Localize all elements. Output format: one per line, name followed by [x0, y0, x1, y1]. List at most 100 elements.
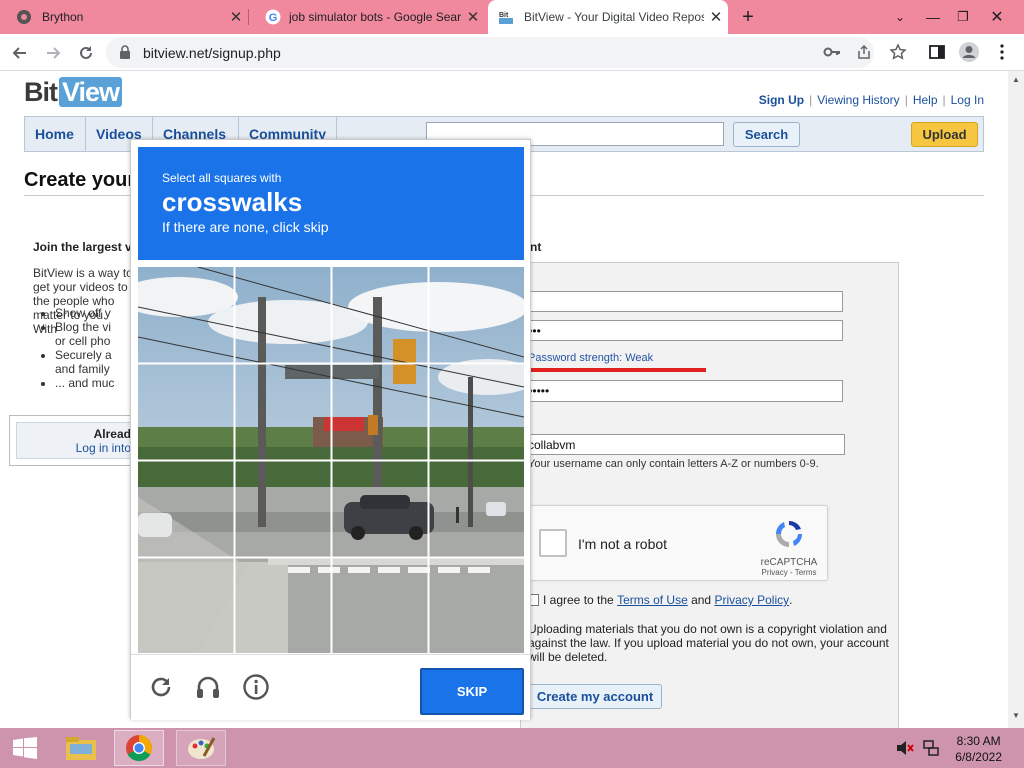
email-field[interactable]	[520, 291, 843, 312]
side-panel-icon[interactable]	[925, 40, 949, 64]
tab-title: BitView - Your Digital Video Repository	[524, 10, 704, 24]
viewing-history-link[interactable]: Viewing History	[817, 93, 899, 107]
system-clock[interactable]: 8:30 AM 6/8/2022	[955, 733, 1002, 765]
username-field[interactable]: collabvm	[524, 434, 845, 455]
windows-taskbar: 8:30 AM 6/8/2022	[0, 728, 1024, 768]
browser-menu-icon[interactable]	[990, 40, 1014, 64]
bookmark-star-icon[interactable]	[886, 40, 910, 64]
recaptcha-checkbox[interactable]	[539, 529, 567, 557]
recaptcha-logo-icon	[773, 521, 805, 554]
windows-start-icon[interactable]	[0, 730, 50, 766]
tab-search-chevron-icon[interactable]: ⌄	[888, 0, 912, 34]
list-item: Blog the vi	[55, 320, 114, 334]
bitview-logo[interactable]: Bit View	[24, 77, 123, 108]
new-tab-button[interactable]: +	[735, 0, 761, 34]
close-tab-icon[interactable]: ✕	[461, 8, 485, 26]
page-scrollbar[interactable]: ▲ ▼	[1008, 71, 1024, 729]
login-box: Alread Log in into	[9, 415, 139, 466]
list-item: Securely a	[55, 348, 114, 362]
recaptcha-branding: reCAPTCHA Privacy - Terms	[759, 518, 819, 577]
skip-button[interactable]: SKIP	[420, 668, 524, 715]
brython-favicon-icon	[16, 9, 32, 25]
list-item: and family	[55, 362, 110, 376]
captcha-hint: If there are none, click skip	[162, 219, 329, 235]
top-links: Sign Up | Viewing History | Help | Log In	[758, 93, 984, 107]
password-strength-text: Password strength: Weak	[528, 352, 654, 364]
restore-window-icon[interactable]: ❐	[950, 0, 976, 34]
recaptcha-terms-text[interactable]: Privacy - Terms	[759, 568, 819, 577]
close-tab-icon[interactable]: ✕	[704, 8, 728, 26]
list-item: ... and muc	[55, 376, 114, 390]
captcha-challenge-popup: Select all squares with crosswalks If th…	[130, 139, 531, 720]
scroll-up-arrow-icon[interactable]: ▲	[1012, 75, 1020, 84]
volume-muted-icon[interactable]	[896, 740, 914, 761]
key-icon[interactable]	[823, 44, 841, 65]
address-bar[interactable]: bitview.net/signup.php	[106, 37, 874, 68]
reload-page-icon[interactable]	[73, 40, 99, 66]
login-link[interactable]: Log In	[951, 93, 984, 107]
agree-prefix: I agree to the	[543, 593, 618, 607]
nav-tab-home[interactable]: Home	[25, 117, 86, 151]
tab-title: Brython	[42, 10, 84, 24]
account-heading: nt	[530, 240, 542, 254]
web-page: Bit View Sign Up | Viewing History | Help | Log…	[0, 71, 1024, 729]
tab-brython[interactable]: Brython ✕	[0, 0, 248, 34]
headphones-icon[interactable]	[194, 673, 222, 701]
bitview-favicon-icon: Bit	[498, 9, 514, 25]
minimize-window-icon[interactable]: —	[920, 0, 946, 34]
copyright-warning: Uploading materials that you do not own …	[528, 622, 889, 664]
clock-date: 6/8/2022	[955, 750, 1002, 764]
login-instead-link[interactable]: Log in into	[17, 441, 131, 455]
captcha-header: Select all squares with crosswalks If th…	[138, 147, 524, 260]
url-text: bitview.net/signup.php	[143, 45, 281, 61]
list-item: Show off y	[55, 306, 114, 320]
tab-google-search[interactable]: G job simulator bots - Google Search ✕	[249, 0, 485, 34]
reload-icon[interactable]	[147, 673, 175, 701]
browser-tab-strip: Brython ✕ G job simulator bots - Google …	[0, 0, 1024, 34]
file-explorer-icon[interactable]	[56, 730, 106, 766]
terms-agreement: I agree to the Terms of Use and Privacy …	[527, 593, 792, 607]
share-icon[interactable]	[856, 44, 872, 65]
recaptcha-label: I'm not a robot	[578, 536, 668, 552]
password-strength-bar	[526, 368, 706, 372]
paint-taskbar-icon[interactable]	[176, 730, 226, 766]
close-tab-icon[interactable]: ✕	[224, 8, 248, 26]
privacy-policy-link[interactable]: Privacy Policy	[714, 593, 789, 607]
info-icon[interactable]	[242, 673, 270, 701]
logo-view-text: View	[59, 77, 123, 107]
recaptcha-widget: I'm not a robot reCAPTCHA Privacy - Term…	[525, 505, 828, 581]
upload-button[interactable]: Upload	[911, 122, 978, 147]
confirm-password-field[interactable]: ••••••	[520, 380, 843, 402]
terms-of-use-link[interactable]: Terms of Use	[617, 593, 688, 607]
network-icon[interactable]	[922, 739, 940, 762]
grid-lines	[138, 267, 524, 653]
profile-avatar-icon[interactable]	[957, 40, 981, 64]
already-member-text: Alread	[93, 427, 131, 441]
tab-title: job simulator bots - Google Search	[289, 10, 461, 24]
scroll-down-arrow-icon[interactable]: ▼	[1012, 711, 1020, 720]
forward-arrow-icon[interactable]	[40, 40, 66, 66]
logo-bit-text: Bit	[24, 77, 58, 107]
captcha-footer: SKIP	[131, 654, 530, 720]
recaptcha-brand-text: reCAPTCHA	[760, 557, 818, 568]
svg-text:Bit: Bit	[499, 12, 509, 19]
captcha-image-grid	[138, 267, 524, 653]
lock-icon[interactable]	[119, 45, 131, 64]
username-hint: Your username can only contain letters A…	[528, 458, 819, 470]
chrome-taskbar-icon[interactable]	[114, 730, 164, 766]
signup-link[interactable]: Sign Up	[759, 93, 804, 107]
clock-time: 8:30 AM	[956, 734, 1001, 748]
help-link[interactable]: Help	[913, 93, 938, 107]
svg-text:G: G	[269, 12, 278, 24]
tab-bitview[interactable]: Bit BitView - Your Digital Video Reposit…	[488, 0, 728, 34]
list-item: or cell pho	[55, 334, 111, 348]
search-button[interactable]: Search	[733, 122, 800, 147]
join-heading: Join the largest v	[33, 240, 132, 254]
password-field[interactable]: ••••	[520, 320, 843, 341]
login-box-inner: Alread Log in into	[16, 422, 138, 459]
close-window-icon[interactable]: ✕	[982, 0, 1012, 34]
create-account-button[interactable]: Create my account	[528, 684, 662, 709]
agree-end: .	[789, 593, 793, 607]
browser-toolbar: bitview.net/signup.php	[0, 34, 1024, 71]
back-arrow-icon[interactable]	[7, 40, 33, 66]
